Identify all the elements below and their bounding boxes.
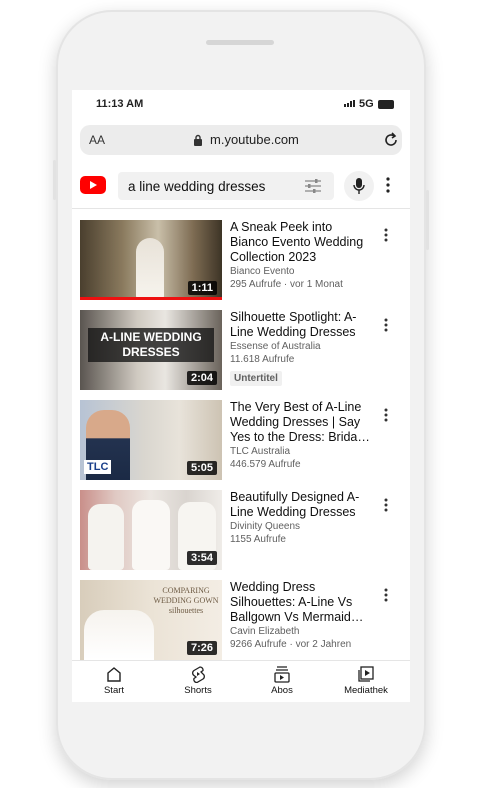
status-bar: 11:13 AM 5G (72, 90, 410, 118)
video-title[interactable]: The Very Best of A-Line Wedding Dresses … (230, 400, 370, 445)
network-label: 5G (359, 98, 374, 110)
video-menu-icon[interactable] (384, 498, 388, 517)
bottom-navigation: Start Shorts Abos Mediathek (72, 660, 410, 702)
shorts-icon (192, 666, 205, 683)
video-channel[interactable]: TLC Australia (230, 445, 370, 458)
video-thumbnail[interactable]: A-LINE WEDDING DRESSES 2:04 (80, 310, 222, 390)
nav-label: Mediathek (344, 685, 388, 696)
video-stats: 446.579 Aufrufe (230, 459, 301, 470)
video-title[interactable]: Silhouette Spotlight: A-Line Wedding Dre… (230, 310, 370, 340)
thumbnail-text: A-LINE WEDDING DRESSES (100, 330, 202, 359)
thumbnail-dress-1 (88, 504, 124, 570)
phone-speaker (206, 40, 274, 45)
subtitles-badge: Untertitel (230, 371, 282, 386)
text-size-button[interactable]: AA (89, 133, 105, 147)
youtube-header: a line wedding dresses (72, 164, 410, 208)
video-thumbnail[interactable]: COMPARING WEDDING GOWN silhouettes 7:26 (80, 580, 222, 660)
search-input[interactable]: a line wedding dresses (118, 172, 334, 200)
thumbnail-text: COMPARING WEDDING GOWN silhouettes (153, 586, 219, 615)
lock-icon (193, 134, 203, 149)
video-channel[interactable]: Bianco Evento (230, 265, 370, 278)
video-title[interactable]: A Sneak Peek into Bianco Evento Wedding … (230, 220, 370, 265)
thumbnail-dress-2 (132, 500, 170, 570)
video-thumbnail[interactable]: 3:54 (80, 490, 222, 570)
video-info: Wedding Dress Silhouettes: A-Line Vs Bal… (230, 580, 370, 651)
nav-label: Abos (271, 685, 293, 696)
nav-item-start[interactable]: Start (72, 665, 156, 696)
nav-item-mediathek[interactable]: Mediathek (324, 665, 408, 696)
more-options-icon[interactable] (386, 177, 390, 198)
voice-search-button[interactable] (344, 171, 374, 201)
nav-label: Start (103, 685, 125, 696)
search-query[interactable]: a line wedding dresses (128, 179, 265, 194)
video-duration: 2:04 (186, 371, 217, 385)
phone-side-button (426, 190, 429, 250)
video-duration: 5:05 (186, 461, 217, 475)
video-result[interactable]: COMPARING WEDDING GOWN silhouettes 7:26 … (72, 570, 410, 660)
video-info: A Sneak Peek into Bianco Evento Wedding … (230, 220, 370, 291)
phone-frame: 11:13 AM 5G AA m.youtube.com a line wedd… (53, 10, 429, 780)
video-title[interactable]: Wedding Dress Silhouettes: A-Line Vs Bal… (230, 580, 370, 625)
home-icon (107, 667, 121, 682)
video-stats: 295 Aufrufe · vor 1 Monat (230, 279, 343, 290)
video-thumbnail[interactable]: TLC 5:05 (80, 400, 222, 480)
video-result[interactable]: A-LINE WEDDING DRESSES 2:04 Silhouette S… (72, 300, 410, 390)
video-info: Silhouette Spotlight: A-Line Wedding Dre… (230, 310, 370, 386)
video-info: The Very Best of A-Line Wedding Dresses … (230, 400, 370, 471)
video-duration: 1:11 (187, 281, 217, 295)
youtube-logo-icon[interactable] (80, 176, 106, 199)
video-result[interactable]: 1:11 A Sneak Peek into Bianco Evento Wed… (72, 210, 410, 300)
nav-item-shorts[interactable]: Shorts (156, 665, 240, 696)
signal-icon (344, 100, 355, 107)
video-menu-icon[interactable] (384, 408, 388, 427)
battery-icon (378, 100, 394, 109)
video-menu-icon[interactable] (384, 318, 388, 337)
phone-screen: 11:13 AM 5G AA m.youtube.com a line wedd… (72, 90, 410, 702)
status-time: 11:13 AM (96, 98, 144, 110)
browser-address-bar[interactable]: AA m.youtube.com (80, 125, 402, 155)
video-duration: 3:54 (186, 551, 217, 565)
microphone-icon (353, 178, 365, 194)
search-filter-icon[interactable] (304, 178, 322, 199)
video-channel[interactable]: Cavin Elizabeth (230, 625, 370, 638)
video-menu-icon[interactable] (384, 588, 388, 607)
video-channel[interactable]: Divinity Queens (230, 520, 370, 533)
nav-label: Shorts (184, 685, 212, 696)
video-stats: 1155 Aufrufe (230, 534, 286, 545)
phone-volume-button (53, 160, 56, 200)
video-thumbnail[interactable]: 1:11 (80, 220, 222, 300)
nav-item-abos[interactable]: Abos (240, 665, 324, 696)
video-title[interactable]: Beautifully Designed A-Line Wedding Dres… (230, 490, 370, 520)
video-channel[interactable]: Essense of Australia (230, 340, 370, 353)
url-text[interactable]: m.youtube.com (210, 132, 299, 147)
library-icon (358, 666, 374, 682)
subscriptions-icon (274, 666, 290, 683)
video-result[interactable]: TLC 5:05 The Very Best of A-Line Wedding… (72, 390, 410, 480)
video-menu-icon[interactable] (384, 228, 388, 247)
video-stats: 9266 Aufrufe · vor 2 Jahren (230, 639, 352, 650)
header-divider (72, 208, 410, 209)
reload-icon[interactable] (383, 131, 399, 151)
video-result[interactable]: 3:54 Beautifully Designed A-Line Wedding… (72, 480, 410, 570)
video-info: Beautifully Designed A-Line Wedding Dres… (230, 490, 370, 546)
video-stats: 11.618 Aufrufe (230, 354, 295, 365)
thumbnail-logo: TLC (84, 460, 112, 474)
thumbnail-bride-figure (136, 238, 164, 300)
thumbnail-dress-group (84, 610, 154, 660)
video-duration: 7:26 (186, 641, 217, 655)
